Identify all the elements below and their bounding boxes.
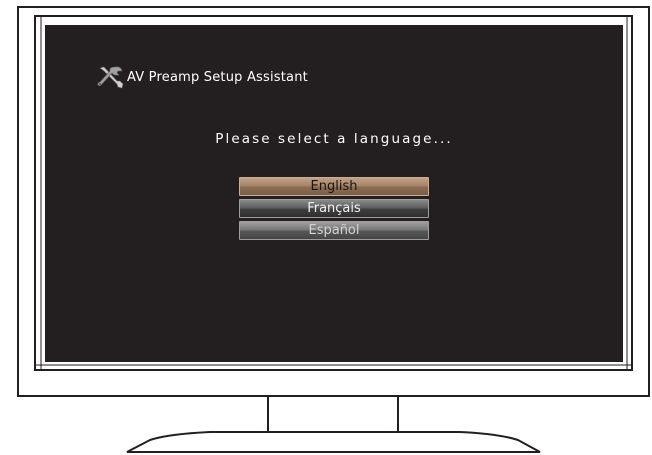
setup-header: AV Preamp Setup Assistant: [97, 65, 308, 89]
language-option-francais[interactable]: Français: [239, 199, 429, 218]
language-list: English Français Español: [239, 177, 429, 243]
stand-base: [126, 431, 541, 453]
language-prompt: Please select a language...: [215, 131, 453, 147]
setup-title: AV Preamp Setup Assistant: [127, 69, 308, 85]
language-option-espanol[interactable]: Español: [239, 221, 429, 240]
setup-screen: AV Preamp Setup Assistant Please select …: [45, 25, 623, 362]
tools-icon: [97, 65, 125, 89]
language-option-english[interactable]: English: [239, 177, 429, 196]
